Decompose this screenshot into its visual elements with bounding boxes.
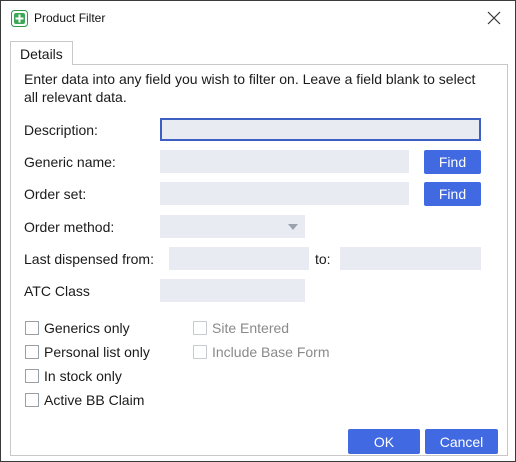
find-generic-name-button[interactable]: Find [424, 150, 481, 174]
last-dispensed-from-input[interactable] [170, 248, 308, 269]
title-bar: Product Filter [1, 1, 515, 35]
active-bb-claim-label: Active BB Claim [44, 392, 145, 408]
generics-only-label: Generics only [44, 320, 130, 336]
chevron-down-icon [288, 224, 298, 230]
include-base-form-label: Include Base Form [212, 344, 330, 360]
last-dispensed-to-field[interactable] [340, 247, 481, 270]
in-stock-only-checkbox[interactable]: In stock only [25, 367, 122, 385]
checkbox-box [193, 321, 207, 335]
active-bb-claim-checkbox[interactable]: Active BB Claim [25, 391, 144, 409]
generic-name-label: Generic name: [24, 154, 116, 170]
product-filter-app-icon [11, 10, 28, 27]
include-base-form-checkbox: Include Base Form [193, 343, 330, 361]
checkbox-box[interactable] [25, 369, 39, 383]
instructions-text: Enter data into any field you wish to fi… [24, 71, 476, 105]
checkbox-box[interactable] [25, 345, 39, 359]
to-label: to: [315, 251, 331, 267]
personal-list-only-checkbox[interactable]: Personal list only [25, 343, 150, 361]
last-dispensed-from-label: Last dispensed from: [24, 251, 154, 267]
close-button[interactable] [479, 4, 509, 32]
atc-class-input[interactable] [161, 280, 304, 301]
site-entered-label: Site Entered [212, 320, 290, 336]
generic-name-input[interactable] [161, 151, 408, 172]
atc-class-field[interactable] [160, 279, 305, 302]
checkbox-box[interactable] [25, 393, 39, 407]
site-entered-checkbox: Site Entered [193, 319, 289, 337]
last-dispensed-from-field[interactable] [169, 247, 309, 270]
tab-details[interactable]: Details [10, 41, 73, 65]
last-dispensed-to-input[interactable] [341, 248, 480, 269]
checkbox-box[interactable] [25, 321, 39, 335]
window-title: Product Filter [34, 11, 106, 25]
description-field[interactable] [160, 118, 481, 141]
order-set-input[interactable] [161, 183, 408, 204]
order-method-dropdown[interactable] [160, 215, 305, 238]
product-filter-dialog: Product Filter Details Enter data into a… [0, 0, 516, 462]
description-label: Description: [24, 122, 98, 138]
cancel-button[interactable]: Cancel [425, 429, 498, 454]
close-icon [487, 11, 501, 25]
in-stock-only-label: In stock only [44, 368, 122, 384]
description-input[interactable] [162, 120, 479, 139]
generic-name-field[interactable] [160, 150, 409, 173]
ok-button[interactable]: OK [348, 429, 420, 454]
order-set-label: Order set: [24, 186, 87, 202]
checkbox-box [193, 345, 207, 359]
find-order-set-button[interactable]: Find [424, 182, 481, 206]
order-method-label: Order method: [24, 219, 115, 235]
atc-class-label: ATC Class [24, 283, 90, 299]
generics-only-checkbox[interactable]: Generics only [25, 319, 130, 337]
order-set-field[interactable] [160, 182, 409, 205]
personal-list-only-label: Personal list only [44, 344, 150, 360]
